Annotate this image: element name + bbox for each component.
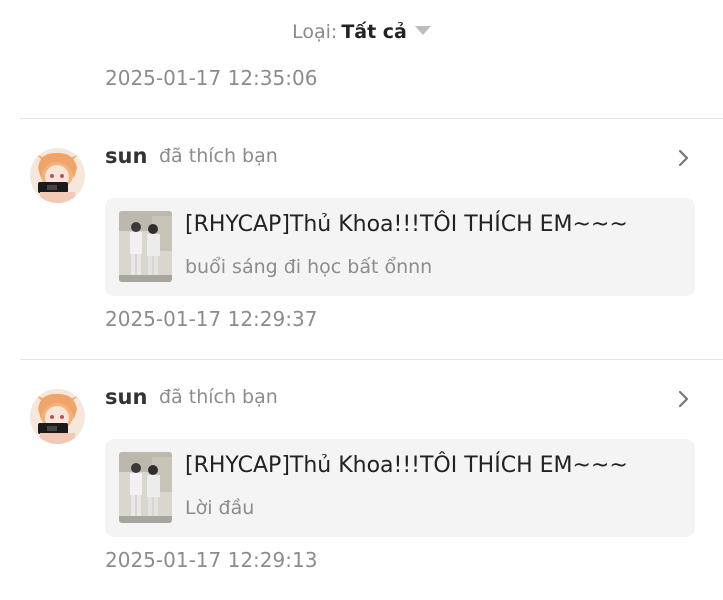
post-title: [RHYCAP]Thủ Khoa!!!TÔI THÍCH EM~~~: [185, 212, 628, 237]
filter-label: Loại:: [292, 21, 338, 43]
action-text: đã thích bạn: [159, 145, 278, 167]
caret-down-icon: [414, 26, 431, 35]
chevron-right-icon[interactable]: [676, 148, 692, 168]
username[interactable]: sun: [105, 144, 147, 168]
post-card[interactable]: [RHYCAP]Thủ Khoa!!!TÔI THÍCH EM~~~ Lời đ…: [105, 439, 695, 537]
timestamp: 2025-01-17 12:29:37: [105, 307, 318, 331]
username[interactable]: sun: [105, 385, 147, 409]
post-card[interactable]: [RHYCAP]Thủ Khoa!!!TÔI THÍCH EM~~~ buổi …: [105, 198, 695, 296]
avatar[interactable]: [30, 389, 85, 444]
divider: [20, 359, 723, 360]
type-filter-dropdown[interactable]: Loại: Tất cả: [0, 18, 723, 46]
post-thumbnail: [119, 452, 172, 523]
post-subtitle: buổi sáng đi học bất ổnnn: [185, 256, 433, 278]
chevron-right-icon[interactable]: [676, 389, 692, 409]
notification-item[interactable]: sun đã thích bạn [RHYCAP]Thủ Khoa!!!TÔI …: [0, 361, 723, 561]
timestamp: 2025-01-17 12:35:06: [105, 66, 318, 90]
notification-item[interactable]: sun đã thích bạn [RHYCAP]Thủ Khoa!!!TÔI …: [0, 120, 723, 320]
filter-value: Tất cả: [341, 21, 407, 43]
post-title: [RHYCAP]Thủ Khoa!!!TÔI THÍCH EM~~~: [185, 453, 628, 478]
post-thumbnail: [119, 211, 172, 282]
post-subtitle: Lời đầu: [185, 497, 255, 519]
timestamp: 2025-01-17 12:29:13: [105, 548, 318, 572]
divider: [20, 118, 723, 119]
action-text: đã thích bạn: [159, 386, 278, 408]
avatar[interactable]: [30, 148, 85, 203]
